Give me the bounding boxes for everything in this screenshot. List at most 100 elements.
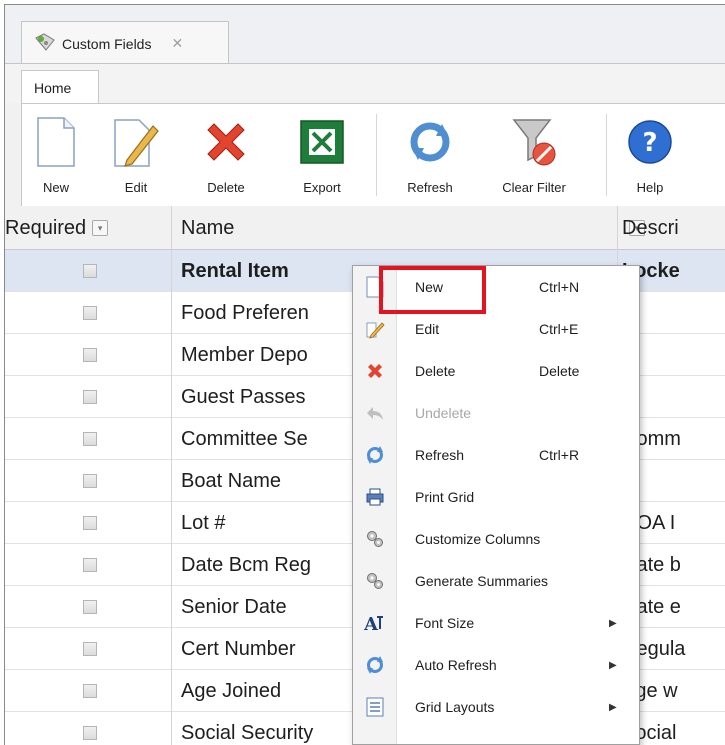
menu-item-grid-layouts[interactable]: Grid Layouts ▶ — [353, 686, 639, 728]
column-divider — [171, 334, 172, 376]
column-divider — [171, 292, 172, 334]
menu-item-auto-refresh[interactable]: Auto Refresh ▶ — [353, 644, 639, 686]
tab-title: Custom Fields — [62, 35, 152, 52]
menu-item-label: Customize Columns — [415, 531, 541, 547]
context-menu: New Ctrl+N Edit Ctrl+E Delete Delete Undelete R… — [352, 265, 640, 745]
font-size-icon: A — [353, 613, 397, 633]
menu-item-label: Undelete — [415, 405, 472, 421]
required-checkbox[interactable] — [83, 516, 97, 530]
tab-custom-fields[interactable]: Custom Fields ✕ — [21, 21, 229, 65]
required-checkbox[interactable] — [83, 474, 97, 488]
help-button[interactable]: ? Help — [618, 104, 682, 204]
required-checkbox[interactable] — [83, 432, 97, 446]
column-header-required[interactable]: Required ▾ — [5, 206, 171, 250]
column-header-description-label: Descri — [622, 216, 679, 239]
submenu-arrow-icon: ▶ — [609, 617, 617, 629]
clear-filter-button-label: Clear Filter — [502, 180, 566, 195]
menu-item-shortcut: Ctrl+N — [539, 279, 580, 295]
excel-export-icon — [290, 110, 354, 174]
menu-item-generate-summaries[interactable]: Generate Summaries — [353, 560, 639, 602]
clear-filter-funnel-icon — [502, 110, 566, 174]
column-header-required-label: Required — [5, 216, 87, 239]
layout-list-icon — [353, 697, 397, 717]
new-button-label: New — [42, 180, 69, 195]
required-checkbox[interactable] — [83, 306, 97, 320]
edit-button-label: Edit — [124, 180, 148, 195]
required-checkbox[interactable] — [83, 264, 97, 278]
column-divider — [171, 250, 172, 292]
ribbon-tab-row: Home — [5, 63, 725, 104]
gears-icon — [353, 571, 397, 591]
menu-item-shortcut: Ctrl+E — [539, 321, 579, 337]
column-divider — [171, 376, 172, 418]
required-checkbox[interactable] — [83, 390, 97, 404]
column-divider — [171, 628, 172, 670]
filter-dropdown-icon[interactable]: ▾ — [92, 220, 109, 236]
column-header-description[interactable]: Descri — [622, 206, 725, 250]
refresh-button[interactable]: Refresh — [388, 104, 472, 204]
column-divider — [171, 544, 172, 586]
column-header-name[interactable]: Name ▾ — [181, 206, 645, 250]
new-document-icon — [24, 110, 88, 174]
document-tab-bar: Custom Fields ✕ — [5, 5, 725, 65]
refresh-icon — [353, 445, 397, 465]
menu-item-label: Edit — [415, 321, 440, 337]
menu-item-shortcut: Delete — [539, 363, 580, 379]
menu-item-print-grid[interactable]: Print Grid — [353, 476, 639, 518]
required-checkbox[interactable] — [83, 726, 97, 740]
column-divider — [171, 502, 172, 544]
required-checkbox[interactable] — [83, 558, 97, 572]
help-button-label: Help — [636, 180, 664, 195]
ribbon-tab-home[interactable]: Home — [21, 70, 99, 104]
required-checkbox[interactable] — [83, 348, 97, 362]
required-checkbox[interactable] — [83, 684, 97, 698]
menu-item-undelete: Undelete — [353, 392, 639, 434]
column-header-name-label: Name — [181, 216, 235, 239]
help-question-icon: ? — [618, 110, 682, 174]
menu-item-font-size[interactable]: A Font Size ▶ — [353, 602, 639, 644]
clear-filter-button[interactable]: Clear Filter — [488, 104, 580, 204]
menu-item-label: Print Grid — [415, 489, 475, 505]
close-tab-icon[interactable]: ✕ — [171, 35, 183, 52]
ribbon-separator — [606, 114, 607, 196]
column-divider — [171, 670, 172, 712]
export-button[interactable]: Export — [282, 104, 362, 204]
submenu-arrow-icon: ▶ — [609, 701, 617, 713]
column-divider — [171, 712, 172, 745]
custom-fields-tag-icon — [34, 32, 56, 55]
edit-pencil-icon — [353, 319, 397, 339]
menu-item-label: Refresh — [415, 447, 465, 463]
delete-x-icon — [194, 110, 258, 174]
delete-button[interactable]: Delete — [186, 104, 266, 204]
required-checkbox[interactable] — [83, 642, 97, 656]
menu-item-label: Auto Refresh — [415, 657, 497, 673]
menu-item-refresh[interactable]: Refresh Ctrl+R — [353, 434, 639, 476]
delete-button-label: Delete — [207, 180, 245, 195]
required-checkbox[interactable] — [83, 600, 97, 614]
edit-button[interactable]: Edit — [106, 104, 166, 204]
menu-item-delete[interactable]: Delete Delete — [353, 350, 639, 392]
column-divider — [171, 586, 172, 628]
ribbon-toolbar: New Edit Delete Export Refresh Clear Fil… — [21, 103, 725, 206]
new-button[interactable]: New — [26, 104, 86, 204]
column-divider — [171, 418, 172, 460]
edit-pencil-icon — [104, 110, 168, 174]
column-divider — [617, 206, 618, 250]
delete-x-icon — [353, 362, 397, 380]
menu-item-label: Grid Layouts — [415, 699, 495, 715]
svg-text:?: ? — [642, 128, 657, 158]
menu-item-customize-columns[interactable]: Customize Columns — [353, 518, 639, 560]
undo-arrow-icon — [353, 405, 397, 421]
printer-icon — [353, 487, 397, 507]
menu-item-label: Generate Summaries — [415, 573, 549, 589]
submenu-arrow-icon: ▶ — [609, 659, 617, 671]
menu-item-shortcut: Ctrl+R — [539, 447, 580, 463]
refresh-icon — [398, 110, 462, 174]
column-divider — [171, 460, 172, 502]
menu-item-label: Font Size — [415, 615, 475, 631]
column-divider — [171, 206, 172, 250]
gears-icon — [353, 529, 397, 549]
ribbon-separator — [376, 114, 377, 196]
grid-header: Required ▾ Name ▾ Descri — [5, 206, 725, 250]
menu-item-edit[interactable]: Edit Ctrl+E — [353, 308, 639, 350]
